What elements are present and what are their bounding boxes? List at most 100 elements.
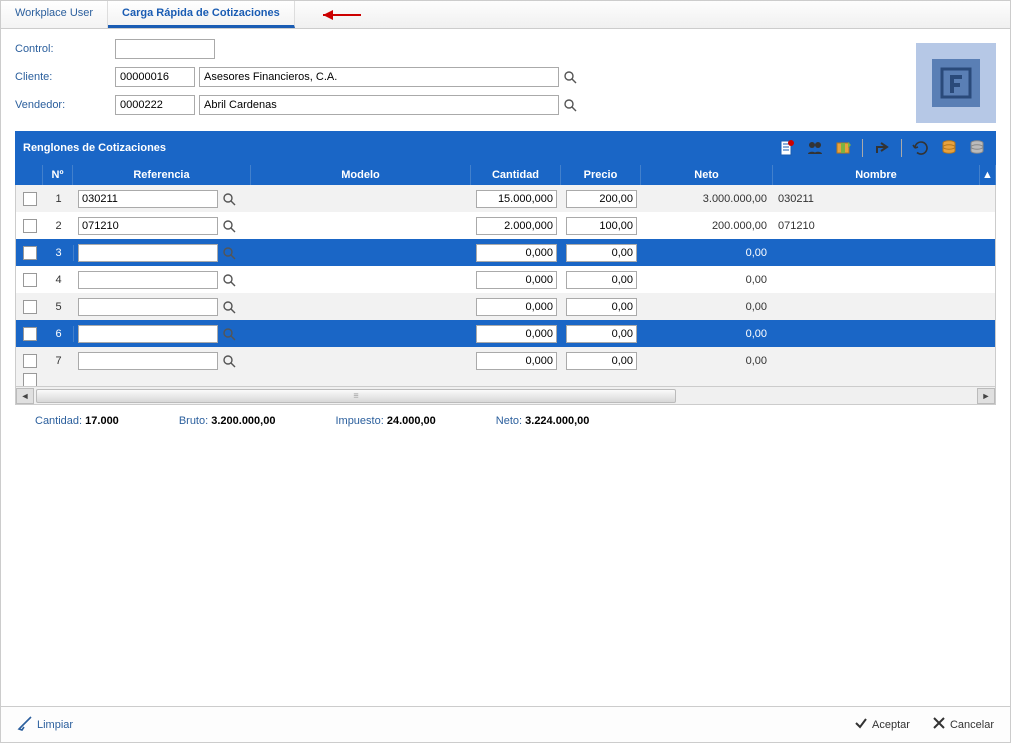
row-number: 1 xyxy=(44,191,74,207)
row-checkbox[interactable] xyxy=(23,192,37,206)
neto-cell: 0,00 xyxy=(642,326,774,342)
close-icon xyxy=(932,716,946,733)
bruto-label: Bruto: xyxy=(179,415,208,427)
row-number: 5 xyxy=(44,299,74,315)
impuesto-value: 24.000,00 xyxy=(387,415,436,427)
row-checkbox[interactable] xyxy=(23,219,37,233)
database-gray-icon[interactable] xyxy=(966,137,988,159)
cancelar-button[interactable]: Cancelar xyxy=(926,714,1000,735)
referencia-input[interactable] xyxy=(78,352,218,370)
table-row[interactable]: 13.000.000,00030211 xyxy=(16,185,995,212)
col-cantidad[interactable]: Cantidad xyxy=(471,165,561,185)
search-icon[interactable] xyxy=(222,219,236,233)
tab-carga-rapida[interactable]: Carga Rápida de Cotizaciones xyxy=(108,1,295,28)
row-checkbox[interactable] xyxy=(23,273,37,287)
precio-input[interactable] xyxy=(566,217,637,235)
nombre-cell: 071210 xyxy=(774,218,995,234)
search-icon[interactable] xyxy=(222,300,236,314)
search-icon[interactable] xyxy=(563,98,577,112)
precio-input[interactable] xyxy=(566,190,637,208)
table-row[interactable]: 60,00 xyxy=(16,320,995,347)
col-neto[interactable]: Neto xyxy=(641,165,773,185)
referencia-input[interactable] xyxy=(78,190,218,208)
table-row[interactable]: 2200.000,00071210 xyxy=(16,212,995,239)
cantidad-input[interactable] xyxy=(476,190,557,208)
cantidad-input[interactable] xyxy=(476,352,557,370)
referencia-input[interactable] xyxy=(78,298,218,316)
precio-input[interactable] xyxy=(566,352,637,370)
neto-label: Neto: xyxy=(496,415,522,427)
scroll-right-button[interactable]: ► xyxy=(977,388,995,404)
grid-body[interactable]: 13.000.000,000302112200.000,0007121030,0… xyxy=(15,185,996,387)
cantidad-input[interactable] xyxy=(476,271,557,289)
referencia-input[interactable] xyxy=(78,271,218,289)
tab-workplace-user[interactable]: Workplace User xyxy=(1,1,108,28)
aceptar-button[interactable]: Aceptar xyxy=(848,714,916,735)
row-checkbox[interactable] xyxy=(23,300,37,314)
modelo-cell xyxy=(252,197,472,201)
nombre-cell xyxy=(774,332,995,336)
scroll-left-button[interactable]: ◄ xyxy=(16,388,34,404)
control-input[interactable] xyxy=(115,39,215,59)
neto-cell: 200.000,00 xyxy=(642,218,774,234)
search-icon[interactable] xyxy=(222,273,236,287)
document-icon[interactable] xyxy=(776,137,798,159)
cantidad-input[interactable] xyxy=(476,298,557,316)
referencia-input[interactable] xyxy=(78,325,218,343)
share-icon[interactable] xyxy=(871,137,893,159)
search-icon[interactable] xyxy=(563,70,577,84)
users-icon[interactable] xyxy=(804,137,826,159)
cliente-name-input[interactable] xyxy=(199,67,559,87)
broom-icon xyxy=(17,715,33,734)
row-checkbox[interactable] xyxy=(23,354,37,368)
package-icon[interactable] xyxy=(832,137,854,159)
table-row[interactable]: 50,00 xyxy=(16,293,995,320)
cliente-code-input[interactable] xyxy=(115,67,195,87)
cantidad-input[interactable] xyxy=(476,244,557,262)
grid-toolbar xyxy=(776,137,988,159)
horizontal-scrollbar[interactable]: ◄ ► xyxy=(15,387,996,405)
row-checkbox[interactable] xyxy=(23,246,37,260)
col-nombre[interactable]: Nombre xyxy=(773,165,980,185)
precio-input[interactable] xyxy=(566,298,637,316)
col-precio[interactable]: Precio xyxy=(561,165,641,185)
col-num[interactable]: Nº xyxy=(43,165,73,185)
impuesto-label: Impuesto: xyxy=(335,415,383,427)
search-icon[interactable] xyxy=(222,327,236,341)
neto-cell: 3.000.000,00 xyxy=(642,191,774,207)
search-icon[interactable] xyxy=(222,192,236,206)
search-icon[interactable] xyxy=(222,246,236,260)
col-modelo[interactable]: Modelo xyxy=(251,165,471,185)
cantidad-input[interactable] xyxy=(476,217,557,235)
refresh-icon[interactable] xyxy=(910,137,932,159)
vendedor-code-input[interactable] xyxy=(115,95,195,115)
precio-input[interactable] xyxy=(566,244,637,262)
table-row[interactable]: 70,00 xyxy=(16,347,995,374)
database-icon[interactable] xyxy=(938,137,960,159)
row-checkbox[interactable] xyxy=(23,373,37,387)
modelo-cell xyxy=(252,251,472,255)
cantidad-label: Cantidad: xyxy=(35,415,82,427)
row-checkbox[interactable] xyxy=(23,327,37,341)
tab-bar: Workplace User Carga Rápida de Cotizacio… xyxy=(1,1,1010,29)
referencia-input[interactable] xyxy=(78,244,218,262)
table-row[interactable]: 40,00 xyxy=(16,266,995,293)
precio-input[interactable] xyxy=(566,271,637,289)
vendedor-name-input[interactable] xyxy=(199,95,559,115)
col-referencia[interactable]: Referencia xyxy=(73,165,251,185)
nombre-cell xyxy=(774,278,995,282)
vendedor-label: Vendedor: xyxy=(15,99,115,111)
scroll-thumb[interactable] xyxy=(36,389,676,403)
footer-bar: Limpiar Aceptar Cancelar xyxy=(1,706,1010,742)
neto-cell: 0,00 xyxy=(642,272,774,288)
grid-title-text: Renglones de Cotizaciones xyxy=(23,142,166,154)
search-icon[interactable] xyxy=(222,354,236,368)
table-row[interactable]: 30,00 xyxy=(16,239,995,266)
precio-input[interactable] xyxy=(566,325,637,343)
cantidad-value: 17.000 xyxy=(85,415,119,427)
referencia-input[interactable] xyxy=(78,217,218,235)
limpiar-button[interactable]: Limpiar xyxy=(11,713,79,736)
cantidad-input[interactable] xyxy=(476,325,557,343)
nombre-cell xyxy=(774,305,995,309)
bruto-value: 3.200.000,00 xyxy=(211,415,275,427)
